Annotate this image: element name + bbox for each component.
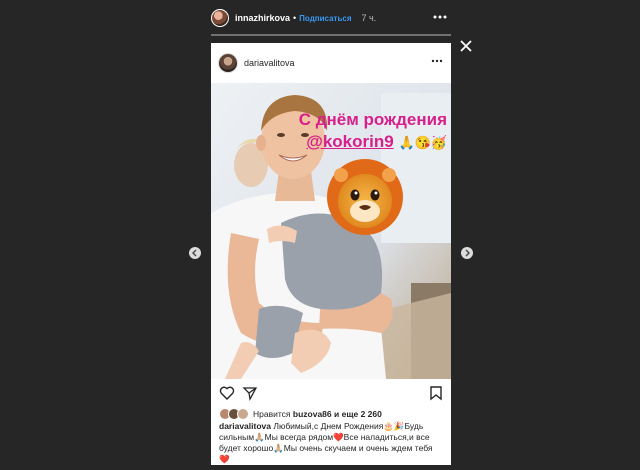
caption-username[interactable]: dariavalitova [219, 421, 271, 431]
story-progress-bar [211, 34, 451, 36]
post-header: dariavalitova [211, 43, 451, 83]
chevron-left-icon[interactable] [189, 247, 201, 259]
story-avatar[interactable] [211, 9, 229, 27]
birthday-emoji: 🙏😘🥳 [398, 135, 447, 150]
more-icon[interactable] [431, 53, 443, 63]
birthday-line: С днём рождения [298, 110, 447, 129]
heart-icon[interactable] [219, 385, 235, 401]
birthday-overlay-text: С днём рождения @kokorin9 🙏😘🥳 [299, 109, 447, 154]
bookmark-icon[interactable] [428, 385, 444, 401]
likes-row: Нравится buzova86 и еще 2 260 [219, 407, 382, 421]
story-header: innazhirkova • Подписаться 7 ч. [211, 6, 451, 30]
send-icon[interactable] [242, 385, 258, 401]
likes-user[interactable]: buzova86 [293, 409, 332, 419]
follow-button[interactable]: Подписаться [299, 14, 351, 23]
liker-avatar [237, 408, 249, 420]
post-photo: С днём рождения @kokorin9 🙏😘🥳 [211, 83, 451, 379]
likes-count[interactable]: и еще 2 260 [334, 409, 382, 419]
story-more-icon[interactable] [433, 10, 636, 20]
separator-dot: • [293, 13, 297, 23]
likes-prefix: Нравится [253, 409, 291, 419]
story-username[interactable]: innazhirkova [235, 13, 290, 23]
close-icon[interactable] [458, 38, 474, 54]
birthday-mention[interactable]: @kokorin9 [306, 132, 393, 151]
story-post-card: dariavalitova С днём рождения @kokorin9 … [211, 43, 451, 465]
story-time: 7 ч. [361, 13, 377, 23]
chevron-right-icon[interactable] [461, 247, 473, 259]
post-actions [211, 381, 451, 407]
post-avatar[interactable] [218, 53, 238, 73]
post-username[interactable]: dariavalitova [244, 58, 295, 68]
post-caption: dariavalitova Любимый,с Днем Рождения🎂🎉Б… [219, 421, 445, 465]
